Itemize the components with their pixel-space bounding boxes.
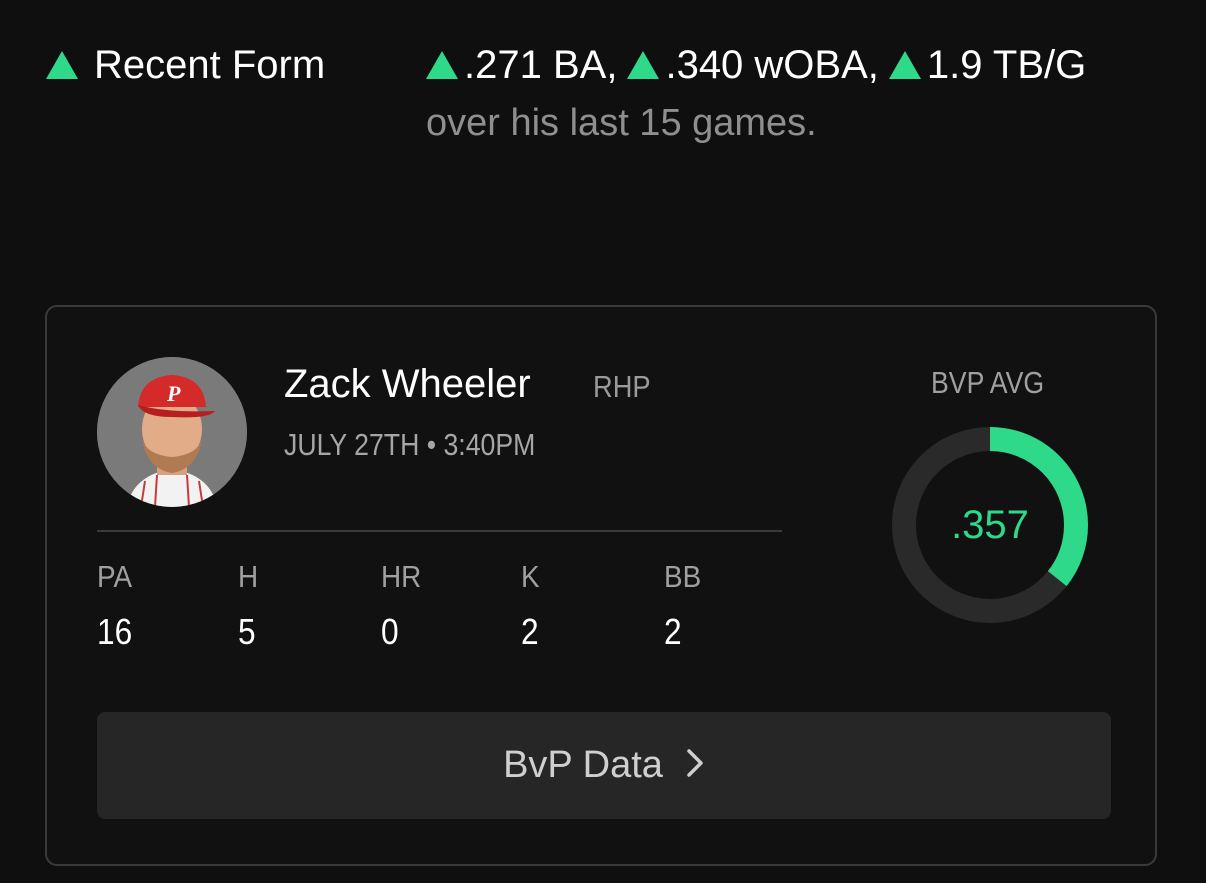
stat-value: 16 bbox=[97, 611, 133, 652]
stat-col-k: K 2 bbox=[521, 559, 542, 653]
triangle-up-icon bbox=[46, 51, 78, 79]
phillies-logo: P bbox=[166, 381, 181, 406]
triangle-up-icon bbox=[627, 51, 660, 79]
bvp-data-button[interactable]: BvP Data bbox=[97, 712, 1111, 819]
stat-woba: .340 wOBA bbox=[627, 42, 868, 88]
stat-col-bb: BB 2 bbox=[664, 559, 705, 653]
game-time: JULY 27TH • 3:40PM bbox=[284, 427, 536, 462]
triangle-up-icon bbox=[426, 51, 458, 79]
recent-form-label: Recent Form bbox=[46, 40, 325, 90]
stat-label: PA bbox=[97, 559, 133, 594]
stat-woba-value: .340 wOBA bbox=[665, 42, 868, 87]
pitcher-name: Zack Wheeler bbox=[284, 362, 531, 406]
divider bbox=[97, 530, 782, 532]
stat-col-h: H 5 bbox=[238, 559, 260, 653]
stat-value: 5 bbox=[238, 611, 256, 652]
bvp-avg-label: BVP AVG bbox=[931, 365, 1045, 400]
stat-col-pa: PA 16 bbox=[97, 559, 137, 653]
stat-col-hr: HR 0 bbox=[381, 559, 426, 653]
stat-label: K bbox=[521, 559, 540, 594]
stat-ba: .271 BA bbox=[426, 43, 606, 88]
stat-ba-value: .271 BA bbox=[464, 42, 607, 87]
stat-label: HR bbox=[381, 559, 422, 594]
matchup-card: P Zack Wheeler RHP JULY 27TH • 3:40PM PA… bbox=[45, 305, 1157, 866]
bvp-avg-value: .357 bbox=[951, 502, 1029, 547]
bvp-avg-ring: .357 bbox=[890, 425, 1090, 625]
recent-form-title: Recent Form bbox=[94, 42, 326, 87]
recent-form-section: Recent Form .271 BA , .340 wOBA , 1.9 TB… bbox=[0, 0, 1206, 200]
chevron-right-icon bbox=[685, 747, 705, 784]
stat-label: BB bbox=[664, 559, 702, 594]
stat-value: 0 bbox=[381, 611, 399, 652]
stat-value: 2 bbox=[521, 611, 539, 652]
pitcher-portrait: P bbox=[97, 357, 247, 507]
recent-form-stats: .271 BA , .340 wOBA , 1.9 TB/G bbox=[426, 40, 1086, 90]
stat-tbg-value: 1.9 TB/G bbox=[926, 42, 1087, 87]
triangle-up-icon bbox=[888, 51, 921, 79]
stat-value: 2 bbox=[664, 611, 682, 652]
recent-form-subtext: over his last 15 games. bbox=[426, 102, 817, 144]
bvp-data-button-label: BvP Data bbox=[503, 744, 663, 786]
pitcher-avatar: P bbox=[97, 357, 247, 507]
pitcher-hand: RHP bbox=[593, 369, 651, 404]
stat-label: H bbox=[238, 559, 259, 594]
stat-tbg: 1.9 TB/G bbox=[888, 42, 1087, 88]
